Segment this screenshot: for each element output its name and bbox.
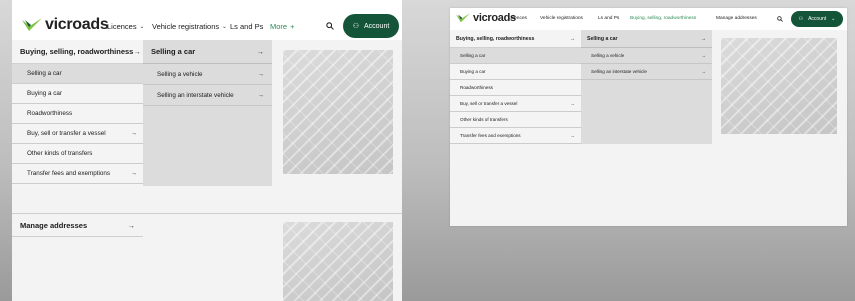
menu-item-transfer-fees[interactable]: Transfer fees and exemptions →: [450, 128, 581, 144]
menu-item-selling-a-vehicle[interactable]: Selling a vehicle →: [581, 48, 712, 64]
account-button-label: Account: [363, 22, 390, 30]
menu-item-label: Transfer fees and exemptions: [460, 133, 521, 138]
arrow-right-icon: →: [133, 47, 141, 56]
arrow-right-icon: →: [257, 70, 264, 78]
menu-item-label: Selling a vehicle: [591, 53, 625, 58]
menu-col2-header[interactable]: Selling a car →: [143, 40, 272, 64]
aerial-image: [283, 222, 393, 301]
arrow-right-icon: →: [257, 91, 264, 99]
menu-col1-header[interactable]: Buying, selling, roadworthiness →: [12, 40, 143, 64]
account-button-label: Account: [808, 16, 827, 22]
nav-manage-addresses[interactable]: Manage addresses: [716, 16, 757, 21]
menu-item-selling-a-car[interactable]: Selling a car: [450, 48, 581, 64]
menu-item-label: Transfer fees and exemptions: [27, 170, 111, 177]
search-icon[interactable]: [326, 22, 334, 30]
logo-text: vicroads: [45, 16, 109, 33]
menu-col1-header[interactable]: Buying, selling, roadworthiness →: [450, 30, 581, 48]
nav-more-label: More: [270, 22, 288, 31]
menu-item-vessel[interactable]: Buy, sell or transfer a vessel →: [12, 124, 143, 144]
account-button[interactable]: ⚇ Account ⌄: [791, 11, 843, 27]
arrow-right-icon: →: [130, 130, 137, 137]
arrow-right-icon: →: [700, 35, 706, 42]
nav-vehicle-registrations[interactable]: Vehicle registrations ⌄: [152, 22, 227, 31]
menu-item-label: Buying a car: [460, 69, 486, 74]
left-screenshot: vicroads Licences ⌄ Vehicle registrations…: [12, 0, 402, 301]
menu-item-label: Roadworthiness: [27, 110, 73, 117]
menu-item-other-transfers[interactable]: Other kinds of transfers: [450, 112, 581, 128]
user-icon: ⚇: [798, 16, 804, 22]
nav-vehicle-registrations[interactable]: Vehicle registrations: [540, 16, 583, 21]
aerial-image: [283, 50, 393, 174]
menu-item-label: Other kinds of transfers: [27, 150, 93, 157]
menu-item-selling-interstate[interactable]: Selling an interstate vehicle →: [143, 85, 272, 106]
menu-item-label: Buy, sell or transfer a vessel: [27, 130, 106, 137]
menu-col2-header-label: Selling a car: [587, 35, 618, 42]
menu-item-label: Selling a vehicle: [157, 70, 203, 78]
arrow-right-icon: →: [570, 133, 575, 138]
nav-licences-label: Licences: [508, 16, 527, 21]
right-logo[interactable]: vicroads: [456, 12, 516, 24]
menu-item-other-transfers[interactable]: Other kinds of transfers: [12, 144, 143, 164]
aerial-image: [721, 38, 837, 134]
menu-item-label: Buy, sell or transfer a vessel: [460, 101, 518, 106]
arrow-right-icon: →: [570, 101, 575, 106]
nav-buying-selling[interactable]: Buying, selling, roadworthiness: [630, 16, 696, 21]
menu-col1-header-label: Buying, selling, roadworthiness: [456, 35, 535, 42]
menu-item-label: Selling an interstate vehicle: [157, 91, 234, 99]
menu-item-label: Selling a car: [460, 53, 486, 58]
divider: [12, 213, 402, 214]
menu-item-selling-interstate[interactable]: Selling an interstate vehicle →: [581, 64, 712, 80]
plus-icon: +: [290, 22, 295, 31]
left-logo[interactable]: vicroads: [22, 16, 109, 34]
arrow-right-icon: →: [701, 69, 706, 74]
manage-addresses-label: Manage addresses: [20, 221, 88, 230]
nav-licences[interactable]: Licences: [508, 16, 527, 21]
menu-item-roadworthiness[interactable]: Roadworthiness: [450, 80, 581, 96]
menu-col2-header[interactable]: Selling a car →: [581, 30, 712, 48]
vicroads-logo-icon: [456, 13, 470, 23]
nav-buying-selling-label: Buying, selling, roadworthiness: [630, 16, 697, 21]
vicroads-logo-icon: [22, 18, 42, 31]
nav-manage-addresses-label: Manage addresses: [716, 16, 757, 21]
menu-item-vessel[interactable]: Buy, sell or transfer a vessel →: [450, 96, 581, 112]
search-icon[interactable]: [777, 16, 783, 22]
menu-item-buying-a-car[interactable]: Buying a car: [12, 84, 143, 104]
menu-item-label: Buying a car: [27, 90, 63, 97]
menu-item-label: Selling a car: [27, 70, 62, 77]
nav-ls-and-ps-label: Ls and Ps: [598, 16, 620, 21]
right-screenshot: vicroads Licences Vehicle registrations …: [450, 8, 847, 226]
menu-item-selling-a-car[interactable]: Selling a car: [12, 64, 143, 84]
chevron-down-icon: ⌄: [831, 16, 836, 22]
account-button[interactable]: ⚇ Account: [343, 14, 399, 38]
menu-col2-header-label: Selling a car: [151, 47, 196, 56]
nav-vehicle-registrations-label: Vehicle registrations: [540, 16, 583, 21]
chevron-down-icon: ⌄: [139, 23, 145, 30]
user-icon: ⚇: [352, 23, 359, 30]
nav-more[interactable]: More +: [270, 22, 294, 31]
chevron-down-icon: ⌄: [222, 23, 227, 30]
menu-col1-header-label: Buying, selling, roadworthiness: [20, 47, 134, 56]
arrow-right-icon: →: [256, 47, 265, 56]
menu-item-label: Selling an interstate vehicle: [591, 69, 647, 74]
menu-item-label: Roadworthiness: [460, 85, 493, 90]
arrow-right-icon: →: [701, 53, 706, 58]
nav-ls-and-ps[interactable]: Ls and Ps: [598, 16, 619, 21]
arrow-right-icon: →: [569, 35, 575, 42]
nav-ls-and-ps-label: Ls and Ps: [230, 22, 264, 31]
nav-licences[interactable]: Licences ⌄: [107, 22, 144, 31]
menu-item-roadworthiness[interactable]: Roadworthiness: [12, 104, 143, 124]
menu-item-transfer-fees[interactable]: Transfer fees and exemptions →: [12, 164, 143, 184]
menu-item-selling-a-vehicle[interactable]: Selling a vehicle →: [143, 64, 272, 85]
nav-licences-label: Licences: [107, 22, 137, 31]
arrow-right-icon: →: [127, 221, 136, 230]
arrow-right-icon: →: [130, 170, 137, 177]
manage-addresses-link[interactable]: Manage addresses →: [12, 215, 143, 237]
menu-item-buying-a-car[interactable]: Buying a car: [450, 64, 581, 80]
nav-vehicle-registrations-label: Vehicle registrations: [152, 22, 220, 31]
menu-item-label: Other kinds of transfers: [460, 117, 508, 122]
nav-ls-and-ps[interactable]: Ls and Ps: [230, 22, 263, 31]
